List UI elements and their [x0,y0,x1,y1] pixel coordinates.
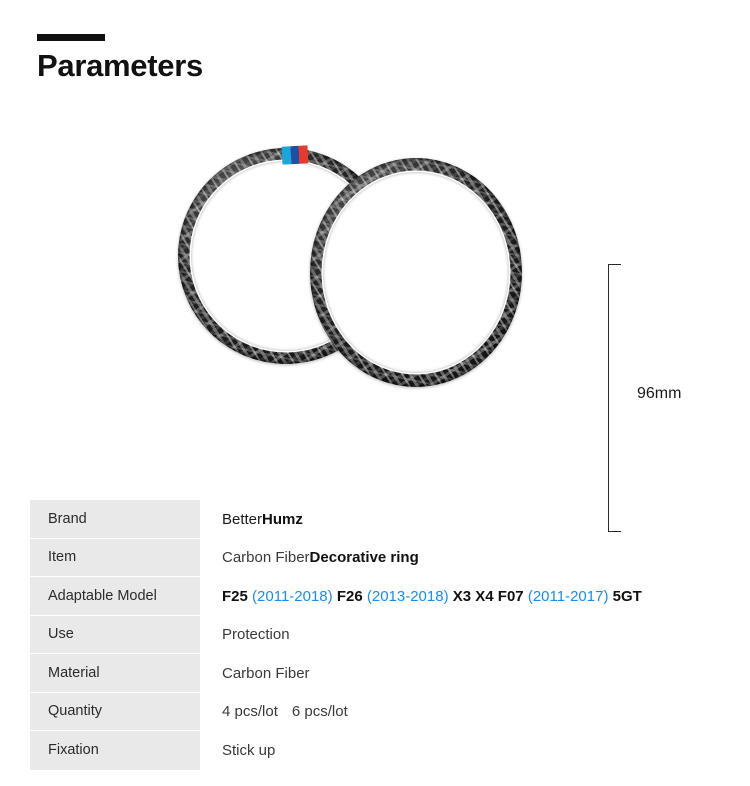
spec-label-adaptable-model: Adaptable Model [30,577,200,616]
specification-table: Brand Better Humz Item Carbon Fiber Decor… [30,500,720,770]
spec-label-fixation: Fixation [30,731,200,770]
model-years-3: (2011-2017) [527,587,609,605]
model-code-2: F26 [336,587,363,605]
spec-value-quantity: 4 pcs/lot 6 pcs/lot [200,693,720,732]
m-stripe-accent [281,145,309,165]
brand-name-suffix: Humz [262,510,303,528]
m-stripe-red [298,145,309,164]
dimension-bracket-icon [608,264,621,532]
dimension-annotation: 96mm [608,264,728,532]
dimension-label: 96mm [637,385,682,402]
spec-value-brand: Better Humz [200,500,720,539]
item-prefix: Carbon Fiber [222,549,310,567]
product-figure: 96mm [0,120,750,532]
spec-label-brand: Brand [30,500,200,539]
item-suffix: Decorative ring [309,549,419,567]
table-row: Use Protection [30,615,720,654]
spec-value-item: Carbon Fiber Decorative ring [200,539,720,578]
table-row: Brand Better Humz [30,500,720,539]
spec-value-fixation: Stick up [222,741,276,759]
model-code-1: F25 [222,587,248,605]
table-row: Adaptable Model F25 (2011-2018) F26 (201… [30,577,720,616]
spec-value-use: Protection [222,626,290,644]
spec-value-material: Carbon Fiber [222,664,310,682]
spec-label-quantity: Quantity [30,692,200,731]
spec-label-material: Material [30,654,200,693]
spec-label-use: Use [30,615,200,654]
title-accent-bar [37,34,105,41]
page-header: Parameters [37,34,437,83]
model-code-4: 5GT [612,587,642,605]
quantity-option-2: 6 pcs/lot [291,703,348,721]
decorative-ring-right [310,158,522,387]
quantity-option-1: 4 pcs/lot [222,703,278,721]
table-row: Item Carbon Fiber Decorative ring [30,538,720,578]
brand-name-prefix: Better [222,510,263,528]
table-row: Material Carbon Fiber [30,654,720,693]
carbon-fiber-rings-image [170,140,530,405]
spec-value-adaptable-model: F25 (2011-2018) F26 (2013-2018) X3 X4 F0… [200,577,720,616]
model-code-3: X3 X4 F07 [452,587,524,605]
model-years-1: (2011-2018) [252,587,333,605]
spec-label-item: Item [30,538,200,577]
table-row: Quantity 4 pcs/lot 6 pcs/lot [30,692,720,732]
page-title: Parameters [37,48,203,83]
table-row: Fixation Stick up [30,731,720,770]
ring-inner-hole [323,172,509,373]
model-years-2: (2013-2018) [366,587,449,605]
